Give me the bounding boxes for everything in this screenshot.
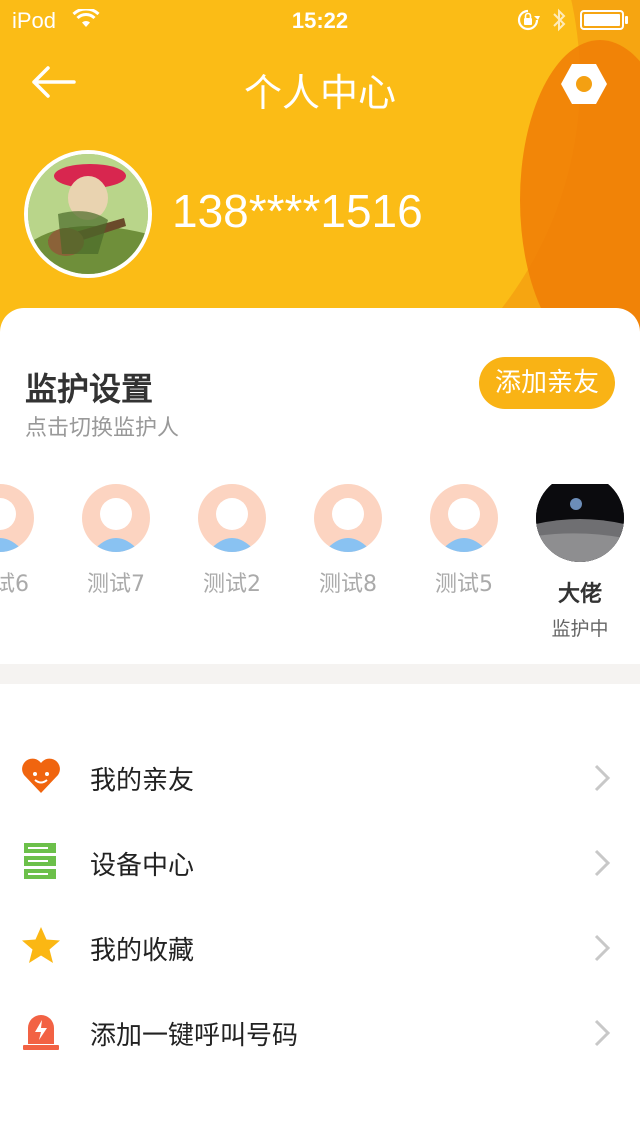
guardian-avatar [536, 484, 624, 562]
battery-icon [580, 10, 630, 36]
guard-settings-subtitle: 点击切换监护人 [25, 416, 180, 441]
guardian-item[interactable]: 测试2 [174, 484, 290, 598]
page-title: 个人中心 [243, 71, 396, 115]
chevron-right-icon [592, 1017, 612, 1053]
user-phone: 138****1516 [172, 185, 423, 237]
bluetooth-icon [551, 8, 567, 38]
guardian-name: 测试8 [319, 572, 377, 597]
guardian-name: 测试7 [87, 572, 145, 597]
guardian-item[interactable]: 测试5 [406, 484, 522, 598]
guardian-avatar [314, 484, 382, 552]
guardian-list: 测试6 测试7 测试2 测试8 测试5 [0, 484, 640, 654]
guardian-item[interactable]: 测试8 [290, 484, 406, 598]
settings-hexagon-icon[interactable] [560, 62, 608, 110]
menu-item-label: 我的收藏 [90, 936, 195, 966]
guardian-item[interactable]: 测试7 [58, 484, 174, 598]
guardian-avatar [0, 484, 34, 552]
chevron-right-icon [592, 847, 612, 883]
profile-section: 138****1516 [0, 148, 640, 278]
status-time: 15:22 [291, 8, 349, 33]
menu-item-device-center[interactable]: 设备中心 [0, 819, 640, 904]
guardian-avatar [198, 484, 266, 552]
guard-settings-title: 监护设置 [25, 370, 154, 408]
add-relative-button[interactable]: 添加亲友 [479, 357, 615, 409]
guardian-name: 测试6 [0, 572, 29, 597]
avatar[interactable] [24, 150, 152, 278]
guard-settings-card: 监护设置 点击切换监护人 添加亲友 测试6 测试7 测试2 测试8 [0, 308, 640, 664]
guardian-avatar [430, 484, 498, 552]
device-icon [20, 840, 62, 882]
guardian-avatar [82, 484, 150, 552]
guardian-status: 监护中 [551, 618, 609, 640]
menu-item-label: 我的亲友 [90, 766, 195, 796]
status-bar: iPod 15:22 [0, 0, 640, 40]
menu-item-relatives[interactable]: 我的亲友 [0, 734, 640, 819]
menu-item-favorites[interactable]: 我的收藏 [0, 904, 640, 989]
alarm-icon [20, 1010, 62, 1052]
section-divider [0, 664, 640, 684]
guardian-item[interactable]: 测试6 [0, 484, 58, 598]
menu-item-quick-call[interactable]: 添加一键呼叫号码 [0, 989, 640, 1074]
menu-item-label: 设备中心 [90, 851, 195, 881]
heart-icon [20, 755, 62, 797]
menu-item-label: 添加一键呼叫号码 [90, 1021, 299, 1051]
guardian-name: 大佬 [557, 582, 602, 607]
chevron-right-icon [592, 932, 612, 968]
nav-bar: 个人中心 [0, 40, 640, 128]
rotation-lock-icon [516, 9, 540, 37]
star-icon [20, 925, 62, 967]
guardian-name: 测试5 [435, 572, 493, 597]
guardian-name: 测试2 [203, 572, 261, 597]
menu-list: 我的亲友 设备中心 我的收藏 添加一键呼叫号码 [0, 734, 640, 1074]
guardian-item-active[interactable]: 大佬 监护中 [522, 484, 638, 641]
chevron-right-icon [592, 762, 612, 798]
